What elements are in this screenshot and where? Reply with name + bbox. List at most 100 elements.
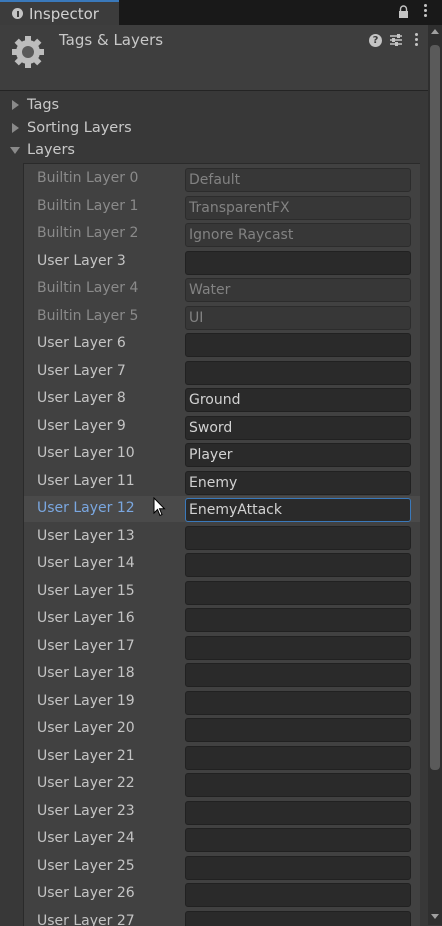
layer-row: User Layer 25: [24, 854, 420, 880]
layer-name-field: Default: [185, 168, 411, 192]
layer-name-field[interactable]: [185, 663, 411, 687]
layer-row: User Layer 7: [24, 359, 420, 385]
layer-row: User Layer 3: [24, 249, 420, 275]
layer-label: User Layer 20: [37, 720, 135, 736]
layer-row: User Layer 13: [24, 524, 420, 550]
layer-label: Builtin Layer 1: [37, 198, 138, 214]
chevron-down-icon: [10, 147, 20, 154]
layer-name-field[interactable]: [185, 746, 411, 770]
layer-label: User Layer 3: [37, 253, 126, 269]
tab-bar: Inspector: [0, 0, 442, 25]
lock-icon[interactable]: [398, 5, 409, 19]
layer-label: User Layer 15: [37, 583, 135, 599]
tab-inspector[interactable]: Inspector: [0, 0, 119, 25]
layer-row: User Layer 16: [24, 606, 420, 632]
layer-label: User Layer 10: [37, 445, 135, 461]
foldout-layers[interactable]: Layers: [10, 140, 75, 160]
layer-label: User Layer 21: [37, 748, 135, 764]
foldout-tags[interactable]: Tags: [10, 95, 59, 115]
layer-label: User Layer 18: [37, 665, 135, 681]
layer-name-field[interactable]: Enemy: [185, 471, 411, 495]
tab-inspector-label: Inspector: [29, 5, 99, 23]
preset-sliders-icon[interactable]: [389, 33, 403, 47]
layer-name-field[interactable]: [185, 526, 411, 550]
layer-row: User Layer 22: [24, 771, 420, 797]
chevron-right-icon: [12, 100, 19, 110]
layer-label: User Layer 25: [37, 858, 135, 874]
window-menu-icon[interactable]: [421, 4, 429, 20]
foldout-layers-label: Layers: [27, 142, 75, 158]
layer-row: Builtin Layer 4 Water: [24, 276, 420, 302]
layer-label: User Layer 8: [37, 390, 126, 406]
layer-name-field[interactable]: [185, 828, 411, 852]
scroll-down-icon[interactable]: [431, 914, 439, 919]
scrollbar-thumb[interactable]: [430, 45, 440, 770]
layer-name-field[interactable]: EnemyAttack: [185, 498, 411, 522]
layer-row: User Layer 19: [24, 689, 420, 715]
page-title: Tags & Layers: [59, 31, 163, 49]
layer-name-field[interactable]: Sword: [185, 416, 411, 440]
layer-name-field[interactable]: [185, 251, 411, 275]
layer-name-field[interactable]: [185, 801, 411, 825]
layer-name-field[interactable]: [185, 361, 411, 385]
layer-row: User Layer 18: [24, 661, 420, 687]
mouse-cursor-icon: [153, 497, 166, 517]
layer-name-field[interactable]: [185, 333, 411, 357]
layer-label: User Layer 19: [37, 693, 135, 709]
layer-name-field[interactable]: [185, 553, 411, 577]
layer-row: User Layer 23: [24, 799, 420, 825]
layer-label: User Layer 12: [37, 500, 135, 516]
foldout-tags-label: Tags: [27, 97, 59, 113]
layer-name-field[interactable]: [185, 773, 411, 797]
layer-row: Builtin Layer 5 UI: [24, 304, 420, 330]
foldout-sorting-layers-label: Sorting Layers: [27, 120, 132, 136]
layer-name-field: Water: [185, 278, 411, 302]
layer-name-field[interactable]: Ground: [185, 388, 411, 412]
layer-row: User Layer 21: [24, 744, 420, 770]
layer-name-field[interactable]: Player: [185, 443, 411, 467]
scroll-up-icon[interactable]: [431, 29, 439, 34]
layer-label: Builtin Layer 4: [37, 280, 138, 296]
layer-row: User Layer 17: [24, 634, 420, 660]
layer-row: User Layer 15: [24, 579, 420, 605]
layer-row: User Layer 12 EnemyAttack: [24, 496, 420, 522]
layer-row: User Layer 26: [24, 881, 420, 907]
vertical-scrollbar[interactable]: [428, 25, 442, 925]
layer-label: Builtin Layer 5: [37, 308, 138, 324]
layer-name-field[interactable]: [185, 718, 411, 742]
layers-list: Builtin Layer 0 DefaultBuiltin Layer 1Tra…: [23, 163, 420, 926]
chevron-right-icon: [12, 123, 19, 133]
layer-label: User Layer 22: [37, 775, 135, 791]
layer-label: User Layer 9: [37, 418, 126, 434]
layer-name-field[interactable]: [185, 883, 411, 907]
layer-row: User Layer 20: [24, 716, 420, 742]
layer-name-field: UI: [185, 306, 411, 330]
layer-name-field[interactable]: [185, 856, 411, 880]
layer-label: User Layer 7: [37, 363, 126, 379]
layer-row: User Layer 6: [24, 331, 420, 357]
layer-label: Builtin Layer 0: [37, 170, 138, 186]
layer-label: User Layer 11: [37, 473, 135, 489]
layer-row: User Layer 8 Ground: [24, 386, 420, 412]
layer-label: User Layer 27: [37, 913, 135, 926]
layer-row: User Layer 10 Player: [24, 441, 420, 467]
layer-row: Builtin Layer 0 Default: [24, 166, 420, 192]
layer-label: User Layer 14: [37, 555, 135, 571]
layer-label: User Layer 26: [37, 885, 135, 901]
layer-name-field[interactable]: [185, 911, 411, 926]
layer-label: User Layer 23: [37, 803, 135, 819]
gear-icon: [10, 34, 46, 70]
layer-name-field[interactable]: [185, 581, 411, 605]
layer-name-field: Ignore Raycast: [185, 223, 411, 247]
foldout-sorting-layers[interactable]: Sorting Layers: [10, 118, 132, 138]
header-menu-icon[interactable]: [413, 33, 419, 49]
question-icon[interactable]: ?: [369, 34, 382, 47]
layer-label: User Layer 16: [37, 610, 135, 626]
layer-name-field[interactable]: [185, 608, 411, 632]
layer-row: User Layer 11 Enemy: [24, 469, 420, 495]
layer-name-field[interactable]: [185, 636, 411, 660]
layer-label: User Layer 24: [37, 830, 135, 846]
inspector-header: Tags & Layers ?: [0, 25, 428, 91]
layer-name-field[interactable]: [185, 691, 411, 715]
layer-row: Builtin Layer 1TransparentFX: [24, 194, 420, 220]
